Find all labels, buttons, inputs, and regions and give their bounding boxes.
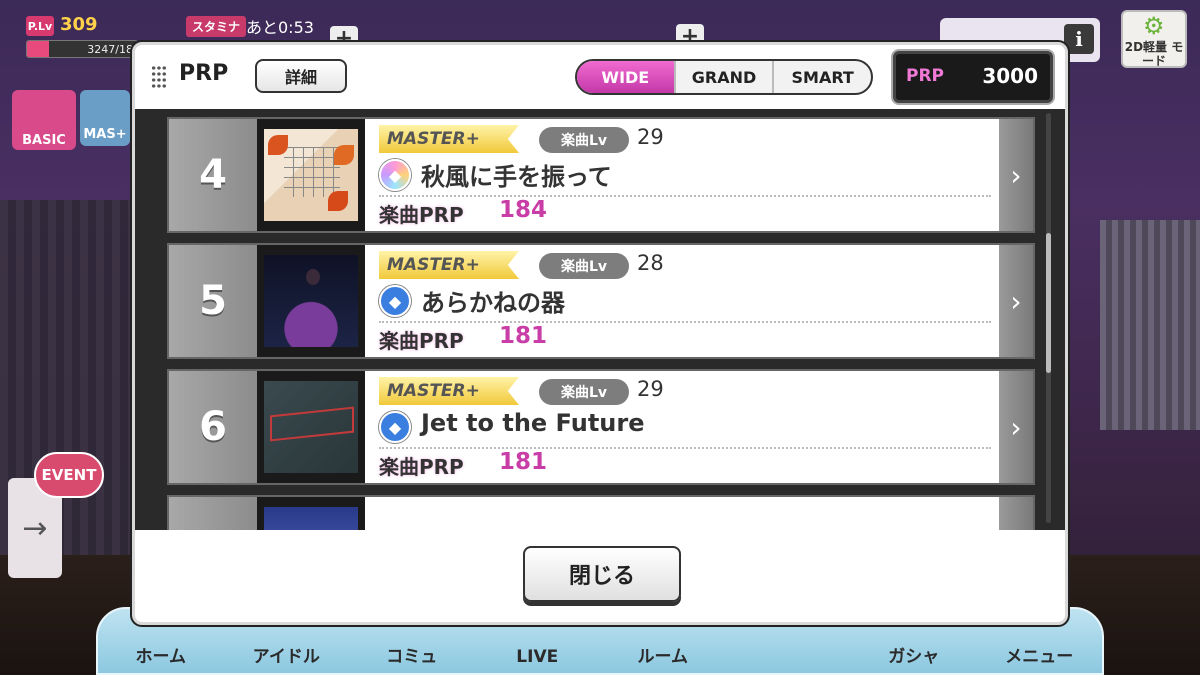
- total-prp-box: PRP 3000: [893, 51, 1053, 103]
- difficulty-badge: MASTER+: [379, 251, 519, 279]
- level-label: 楽曲Lv: [539, 253, 629, 279]
- all-type-icon: ◆: [379, 159, 411, 191]
- level-value: 29: [637, 377, 664, 401]
- song-info: MASTER+ 楽曲Lv 29 ◆ 秋風に手を振って 楽曲PRP 184: [365, 119, 999, 231]
- prp-modal: PRP 詳細 WIDE GRAND SMART PRP 3000 4 MASTE…: [132, 42, 1068, 625]
- detail-button[interactable]: 詳細: [255, 59, 347, 93]
- scroll-thumb[interactable]: [1046, 233, 1051, 373]
- plv-value: 309: [60, 14, 98, 35]
- song-info: MASTER+ 楽曲Lv 29 ◆ Jet to the Future 楽曲PR…: [365, 371, 999, 483]
- jacket-image: [264, 255, 358, 347]
- exp-bar: 3247/18: [26, 40, 138, 58]
- song-jacket: [257, 119, 365, 231]
- nav-menu[interactable]: メニュー: [979, 642, 1099, 667]
- song-title: Jet to the Future: [421, 409, 645, 437]
- rank-number: 4: [169, 119, 257, 231]
- row-divider: [379, 321, 991, 323]
- level-value: 29: [637, 125, 664, 149]
- song-prp-label: 楽曲PRP: [379, 455, 464, 479]
- nav-live[interactable]: LIVE: [477, 647, 597, 667]
- 2d-light-mode-label: 2D軽量 モード: [1124, 40, 1184, 68]
- song-prp-value: 184: [499, 197, 548, 223]
- list-item[interactable]: 5 MASTER+ 楽曲Lv 28 ◆ あらかねの器 楽曲PRP 181 ›: [167, 243, 1035, 359]
- song-prp-value: 181: [499, 323, 548, 349]
- modal-title: PRP: [179, 61, 229, 86]
- song-title: 秋風に手を振って: [421, 163, 612, 191]
- rank-number: 5: [169, 245, 257, 357]
- total-prp-label: PRP: [906, 66, 945, 86]
- song-prp-label: 楽曲PRP: [379, 203, 464, 227]
- chevron-right-icon[interactable]: ›: [999, 371, 1033, 483]
- difficulty-badge: MASTER+: [379, 377, 519, 405]
- row-divider: [379, 447, 991, 449]
- tab-grand[interactable]: GRAND: [673, 61, 773, 93]
- cool-type-icon: ◆: [379, 285, 411, 317]
- basic-mode-button[interactable]: BASIC: [12, 90, 76, 150]
- rank-number: 6: [169, 371, 257, 483]
- exp-text: 3247/18: [87, 42, 133, 56]
- grip-icon: [151, 65, 167, 89]
- rank-number: [169, 497, 257, 533]
- 2d-light-mode-button[interactable]: ⚙ 2D軽量 モード: [1121, 10, 1187, 68]
- song-list[interactable]: 4 MASTER+ 楽曲Lv 29 ◆ 秋風に手を振って 楽曲PRP 184 ›…: [135, 109, 1065, 533]
- close-button[interactable]: 閉じる: [523, 546, 681, 602]
- jacket-image: [264, 129, 358, 221]
- list-item[interactable]: 4 MASTER+ 楽曲Lv 29 ◆ 秋風に手を振って 楽曲PRP 184 ›: [167, 117, 1035, 233]
- song-prp-value: 181: [499, 449, 548, 475]
- row-divider: [379, 195, 991, 197]
- prp-mode-tabs: WIDE GRAND SMART: [575, 59, 873, 95]
- list-item[interactable]: 6 MASTER+ 楽曲Lv 29 ◆ Jet to the Future 楽曲…: [167, 369, 1035, 485]
- modal-footer: 閉じる: [135, 530, 1065, 622]
- chevron-right-icon[interactable]: ›: [999, 119, 1033, 231]
- tab-smart[interactable]: SMART: [772, 61, 871, 93]
- stage-curtain-right: [1100, 220, 1200, 430]
- song-jacket: [257, 497, 365, 533]
- chevron-right-icon[interactable]: [999, 497, 1033, 533]
- song-jacket: [257, 245, 365, 357]
- nav-home[interactable]: ホーム: [101, 642, 221, 667]
- stamina-badge: スタミナ: [186, 16, 247, 37]
- level-label: 楽曲Lv: [539, 127, 629, 153]
- chevron-right-icon[interactable]: ›: [999, 245, 1033, 357]
- nav-room[interactable]: ルーム: [603, 642, 723, 667]
- plv-badge: P.Lv: [26, 16, 54, 36]
- modal-header: PRP 詳細 WIDE GRAND SMART PRP 3000: [135, 45, 1065, 109]
- level-value: 28: [637, 251, 664, 275]
- gear-icon: ⚙: [1143, 12, 1165, 40]
- stamina-timer: あと0:53: [246, 18, 314, 37]
- nav-idol[interactable]: アイドル: [226, 642, 346, 667]
- song-prp-label: 楽曲PRP: [379, 329, 464, 353]
- total-prp-value: 3000: [982, 64, 1038, 88]
- event-bubble[interactable]: EVENT: [34, 452, 104, 498]
- nav-commu[interactable]: コミュ: [352, 642, 472, 667]
- nav-gacha[interactable]: ガシャ: [854, 642, 974, 667]
- tab-wide[interactable]: WIDE: [577, 61, 674, 93]
- info-icon[interactable]: i: [1064, 24, 1094, 54]
- song-title: あらかねの器: [421, 289, 565, 317]
- mas-plus-mode-button[interactable]: MAS+: [80, 90, 130, 146]
- song-info: MASTER+ 楽曲Lv 28 ◆ あらかねの器 楽曲PRP 181: [365, 245, 999, 357]
- level-label: 楽曲Lv: [539, 379, 629, 405]
- song-jacket: [257, 371, 365, 483]
- exp-bar-fill: [27, 41, 49, 57]
- scrollbar[interactable]: [1046, 113, 1051, 523]
- difficulty-badge: MASTER+: [379, 125, 519, 153]
- list-item[interactable]: [167, 495, 1035, 533]
- cool-type-icon: ◆: [379, 411, 411, 443]
- jacket-image: [264, 381, 358, 473]
